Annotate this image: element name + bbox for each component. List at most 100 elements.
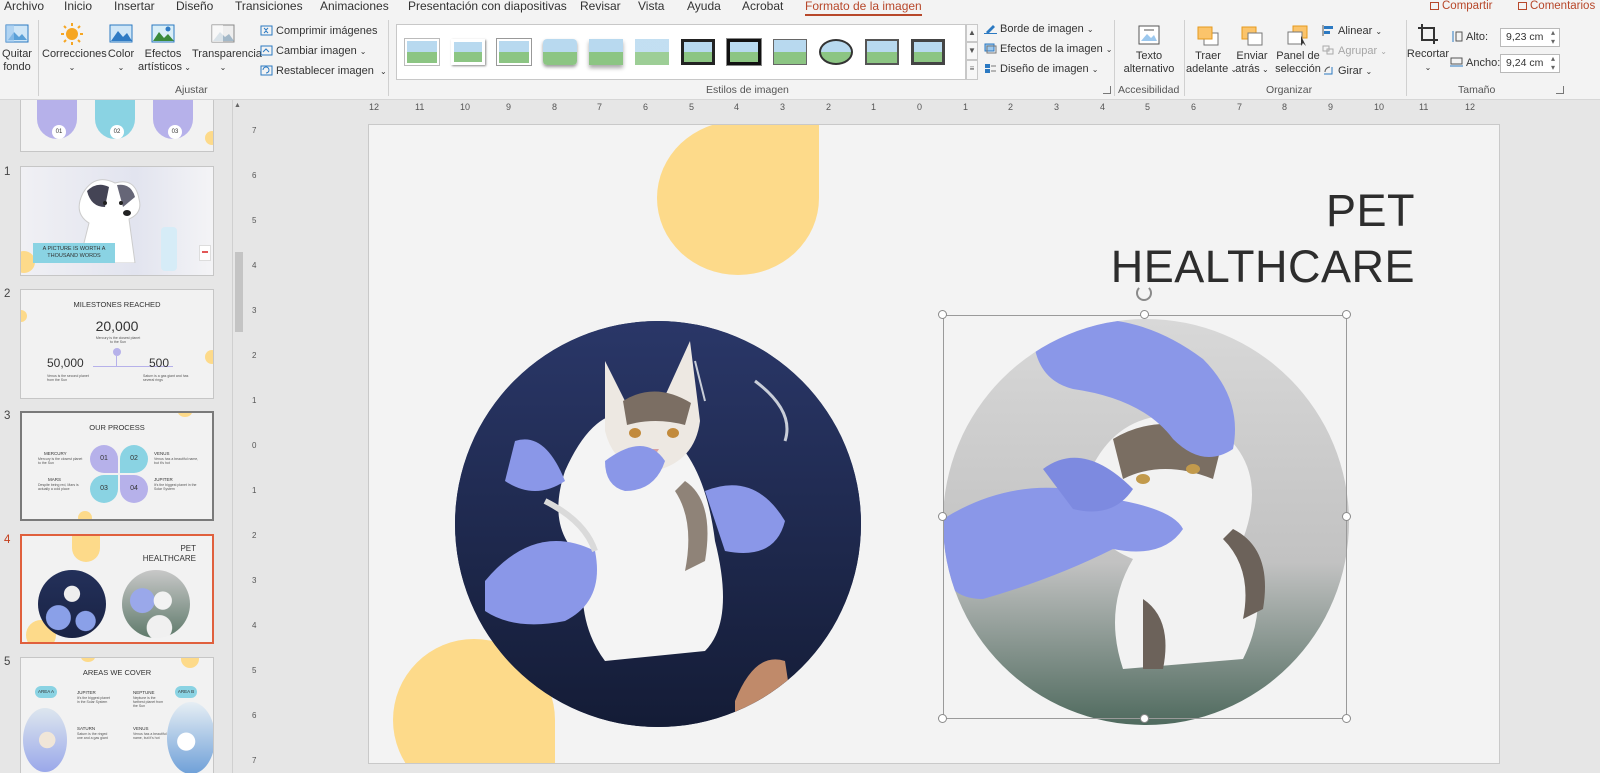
- transparencia-button[interactable]: Transparencia ⌄: [192, 22, 262, 74]
- tab-insertar[interactable]: Insertar: [114, 0, 155, 13]
- tab-diseno[interactable]: Diseño: [176, 0, 213, 13]
- tab-vista[interactable]: Vista: [638, 0, 664, 13]
- tab-presentacion[interactable]: Presentación con diapositivas: [408, 0, 567, 13]
- slide-thumb-1[interactable]: A PICTURE IS WORTH A THOUSAND WORDS: [20, 166, 214, 276]
- ruler-h-tick: 11: [415, 102, 425, 112]
- slide5-venus: VENUS: [133, 726, 149, 731]
- tab-ayuda[interactable]: Ayuda: [687, 0, 721, 13]
- ancho-input[interactable]: 9,24 cm: [1500, 54, 1560, 73]
- tamano-launcher[interactable]: [1556, 86, 1564, 94]
- rotate-handle-icon[interactable]: [1136, 285, 1152, 301]
- tab-transiciones[interactable]: Transiciones: [235, 0, 303, 13]
- slide3-step-02: 02: [120, 445, 148, 473]
- picture-styles-gallery: [396, 24, 966, 80]
- gallery-more[interactable]: ≡: [966, 60, 978, 80]
- enviar-atras-button[interactable]: Enviar atrás ⌄: [1230, 24, 1274, 76]
- ruler-v-tick: 6: [252, 711, 257, 720]
- slide-number-2: 2: [4, 288, 11, 300]
- resize-handle-tr[interactable]: [1342, 310, 1351, 319]
- slides-pane-scroll-thumb[interactable]: [235, 252, 243, 332]
- height-icon: [1452, 31, 1463, 42]
- correcciones-button[interactable]: Correcciones ⌄: [42, 22, 107, 74]
- color-button[interactable]: Color ⌄: [104, 22, 138, 74]
- slide3-step-03: 03: [90, 475, 118, 503]
- restablecer-imagen-button[interactable]: Restablecer imagen ⌄: [260, 64, 387, 79]
- ruler-v-tick: 0: [252, 441, 257, 450]
- correcciones-label: Correcciones: [42, 48, 107, 60]
- comments-button[interactable]: Comentarios: [1518, 0, 1595, 12]
- resize-handle-b[interactable]: [1140, 714, 1149, 723]
- style-thumb-1[interactable]: [405, 39, 439, 65]
- ruler-v-tick: 2: [252, 351, 257, 360]
- slide5-neptune: NEPTUNE: [133, 690, 155, 695]
- style-thumb-4[interactable]: [543, 39, 577, 65]
- restablecer-label: Restablecer imagen: [276, 65, 374, 77]
- tab-archivo[interactable]: Archivo: [4, 0, 44, 13]
- slide-thumb-5[interactable]: AREAS WE COVER AREA A AREA B JUPITER It'…: [20, 657, 214, 773]
- girar-label: Girar: [1338, 65, 1363, 77]
- style-thumb-8[interactable]: [727, 39, 761, 65]
- slide-title-line1: PET: [1325, 185, 1415, 236]
- traer-adelante-button[interactable]: Traer adelante ⌄: [1186, 24, 1237, 76]
- style-thumb-3[interactable]: [497, 39, 531, 65]
- slide-thumb-partial[interactable]: 01 02 03: [20, 100, 214, 152]
- alinear-button[interactable]: Alinear ⌄: [1322, 24, 1382, 39]
- style-thumb-10[interactable]: [819, 39, 853, 65]
- panel-seleccion-button[interactable]: Panel de selección: [1274, 24, 1322, 76]
- resize-handle-tl[interactable]: [938, 310, 947, 319]
- group-label-ajustar: Ajustar: [175, 84, 208, 96]
- ruler-h-tick: 7: [597, 102, 603, 112]
- ruler-h-tick: 5: [1145, 102, 1151, 112]
- ruler-v-tick: 3: [252, 306, 257, 315]
- estilos-launcher[interactable]: [1103, 86, 1111, 94]
- efectos-artisticos-button[interactable]: Efectos artísticos ⌄: [138, 22, 191, 74]
- recortar-button[interactable]: Recortar ⌄: [1406, 22, 1450, 74]
- style-thumb-5[interactable]: [589, 39, 623, 65]
- style-thumb-6[interactable]: [635, 39, 669, 65]
- tab-inicio[interactable]: Inicio: [64, 0, 92, 13]
- resize-handle-l[interactable]: [938, 512, 947, 521]
- gallery-scroll-up[interactable]: ▲: [966, 24, 978, 42]
- horizontal-ruler: 12 11 10 9 8 7 6 5 4 3 2 1 0 1 2 3 4 5 6 7 8 9 10 11 12: [369, 102, 1475, 116]
- cat-photo-left[interactable]: [455, 321, 861, 727]
- tab-animaciones[interactable]: Animaciones: [320, 0, 389, 13]
- agrupar-button[interactable]: Agrupar ⌄: [1322, 44, 1387, 59]
- cambiar-imagen-button[interactable]: Cambiar imagen ⌄: [260, 44, 366, 59]
- ruler-h-tick: 0: [917, 102, 923, 112]
- slides-pane-scrollbar[interactable]: ▲: [232, 100, 244, 773]
- efectos-label-2: artísticos: [138, 61, 183, 73]
- comments-label: Comentarios: [1530, 0, 1596, 12]
- gallery-scroll-down[interactable]: ▼: [966, 42, 978, 60]
- style-thumb-7[interactable]: [681, 39, 715, 65]
- tab-acrobat[interactable]: Acrobat: [742, 0, 783, 13]
- diseno-imagen-button[interactable]: Diseño de imagen ⌄: [984, 62, 1098, 77]
- slide-canvas[interactable]: PET HEALTHCARE: [368, 124, 1500, 764]
- quitar-fondo-button[interactable]: Quitar fondo: [0, 22, 34, 74]
- resize-handle-br[interactable]: [1342, 714, 1351, 723]
- style-thumb-9[interactable]: [773, 39, 807, 65]
- girar-button[interactable]: Girar ⌄: [1322, 64, 1372, 79]
- resize-handle-bl[interactable]: [938, 714, 947, 723]
- tab-revisar[interactable]: Revisar: [580, 0, 621, 13]
- alto-input[interactable]: 9,23 cm: [1500, 28, 1560, 47]
- ruler-h-tick: 5: [689, 102, 695, 112]
- scroll-up-icon[interactable]: ▲: [234, 102, 241, 109]
- style-thumb-12[interactable]: [911, 39, 945, 65]
- slide-thumb-2[interactable]: MILESTONES REACHED 20,000 Mercury is the…: [20, 289, 214, 399]
- picture-effects-icon: [984, 43, 997, 54]
- style-thumb-11[interactable]: [865, 39, 899, 65]
- slide-thumb-4[interactable]: PET HEALTHCARE: [20, 534, 214, 644]
- borde-imagen-button[interactable]: Borde de imagen ⌄: [984, 22, 1094, 37]
- resize-handle-t[interactable]: [1140, 310, 1149, 319]
- texto-alternativo-button[interactable]: Texto alternativo: [1118, 24, 1180, 76]
- efectos-imagen-button[interactable]: Efectos de la imagen ⌄: [984, 42, 1113, 57]
- share-button[interactable]: Compartir: [1430, 0, 1492, 12]
- resize-handle-r[interactable]: [1342, 512, 1351, 521]
- slide-title[interactable]: PET HEALTHCARE: [1111, 183, 1415, 295]
- style-thumb-2[interactable]: [451, 39, 485, 65]
- slide-thumb-3[interactable]: OUR PROCESS 01 02 03 04 MERCURY Mercury …: [20, 411, 214, 521]
- comprimir-imagenes-button[interactable]: Comprimir imágenes: [260, 24, 377, 38]
- tab-formato-imagen[interactable]: Formato de la imagen: [805, 0, 922, 16]
- ruler-h-tick: 10: [460, 102, 471, 112]
- diseno-label: Diseño de imagen: [1000, 63, 1089, 75]
